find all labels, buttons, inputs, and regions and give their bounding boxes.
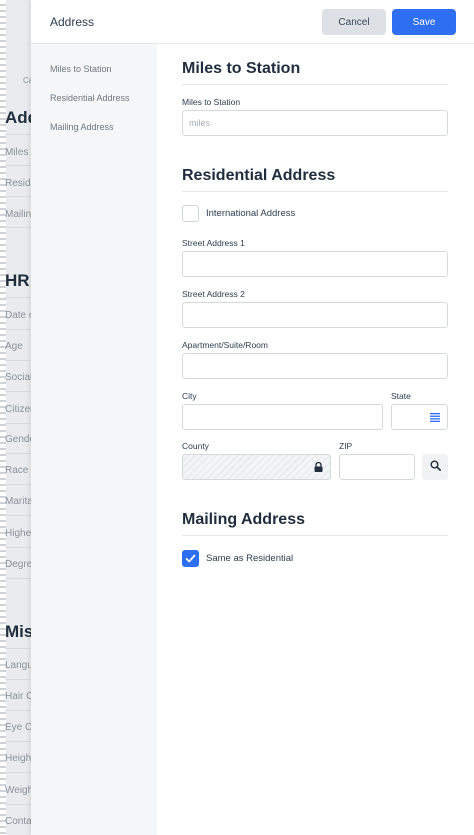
- bg-item[interactable]: Eye Co: [5, 722, 31, 733]
- state-select[interactable]: [391, 404, 448, 430]
- apartment-input[interactable]: [182, 353, 448, 379]
- bg-section-address: Add: [5, 108, 31, 127]
- bg-item[interactable]: Marita: [5, 496, 31, 507]
- section-heading-mailing: Mailing Address: [182, 511, 305, 528]
- bg-divider: [5, 772, 31, 773]
- bg-divider: [5, 196, 31, 197]
- street1-label: Street Address 1: [182, 238, 245, 248]
- bg-divider: [5, 297, 31, 298]
- international-address-label: International Address: [206, 208, 296, 219]
- bg-divider: [5, 329, 31, 330]
- bg-section-hr: HR: [5, 271, 30, 290]
- international-address-checkbox[interactable]: [182, 205, 199, 222]
- bg-divider: [5, 804, 31, 805]
- bg-divider: [5, 741, 31, 742]
- bg-divider: [5, 227, 31, 228]
- miles-input[interactable]: [182, 110, 448, 136]
- bg-divider: [5, 453, 31, 454]
- bg-item[interactable]: Heigh: [5, 753, 31, 764]
- bg-item[interactable]: Date o: [5, 310, 31, 321]
- bg-divider: [5, 679, 31, 680]
- bg-item[interactable]: Social: [5, 372, 31, 383]
- street2-input[interactable]: [182, 302, 448, 328]
- bg-divider: [5, 648, 31, 649]
- panel-header: Address Cancel Save: [31, 0, 474, 44]
- bg-divider: [5, 360, 31, 361]
- panel-title: Address: [50, 15, 95, 29]
- bg-item[interactable]: Weigh: [5, 785, 31, 796]
- section-heading-residential: Residential Address: [182, 167, 336, 184]
- bg-item[interactable]: Mailin: [5, 209, 31, 220]
- county-label: County: [182, 441, 209, 451]
- bg-section-misc: Mis: [5, 622, 31, 641]
- bg-item[interactable]: Conta: [5, 816, 31, 827]
- section-nav: Miles to Station Residential Address Mai…: [31, 44, 157, 835]
- state-label: State: [391, 391, 411, 401]
- bg-item[interactable]: Hair C: [5, 691, 31, 702]
- address-panel: Address Cancel Save Miles to Station Res…: [31, 0, 474, 835]
- save-button[interactable]: Save: [392, 9, 456, 35]
- zip-input[interactable]: [339, 454, 415, 480]
- search-icon: [430, 458, 441, 476]
- city-input[interactable]: [182, 404, 383, 430]
- bg-item[interactable]: Langu: [5, 660, 31, 671]
- bg-item[interactable]: Gende: [5, 434, 31, 445]
- bg-divider: [5, 578, 31, 579]
- bg-divider: [5, 484, 31, 485]
- zip-label: ZIP: [339, 441, 353, 451]
- bg-item[interactable]: Reside: [5, 178, 31, 189]
- bg-divider: [5, 165, 31, 166]
- miles-label: Miles to Station: [182, 97, 241, 107]
- bg-item[interactable]: Degre: [5, 559, 31, 570]
- bg-divider: [5, 515, 31, 516]
- bg-label: Ca: [23, 76, 31, 85]
- bg-divider: [5, 134, 31, 135]
- nav-item-miles-to-station[interactable]: Miles to Station: [50, 64, 112, 74]
- bg-item[interactable]: Race: [5, 465, 28, 476]
- same-as-residential-label: Same as Residential: [206, 553, 294, 564]
- bg-item[interactable]: Highe: [5, 528, 31, 539]
- section-divider: [182, 191, 448, 192]
- nav-item-mailing-address[interactable]: Mailing Address: [50, 122, 114, 132]
- same-as-residential-checkbox[interactable]: [182, 550, 199, 567]
- form-content: Miles to Station Miles to Station Reside…: [157, 44, 474, 835]
- bg-divider: [5, 547, 31, 548]
- zip-search-button[interactable]: [422, 454, 448, 480]
- apartment-label: Apartment/Suite/Room: [182, 340, 268, 350]
- section-divider: [182, 535, 448, 536]
- bg-item[interactable]: Citizen: [5, 404, 31, 415]
- nav-item-residential-address[interactable]: Residential Address: [50, 93, 130, 103]
- county-field-locked: [182, 454, 331, 480]
- bg-divider: [5, 710, 31, 711]
- background-page: Ca Add Miles t Reside Mailin HR Date o A…: [0, 0, 31, 835]
- list-icon: [428, 411, 442, 423]
- bg-item[interactable]: Age: [5, 341, 23, 352]
- lock-icon: [312, 461, 324, 473]
- street1-input[interactable]: [182, 251, 448, 277]
- bg-divider: [5, 391, 31, 392]
- bg-item[interactable]: Miles t: [5, 147, 31, 158]
- city-label: City: [182, 391, 197, 401]
- cancel-button[interactable]: Cancel: [322, 9, 386, 35]
- bg-divider: [5, 423, 31, 424]
- checkmark-icon: [185, 554, 196, 563]
- street2-label: Street Address 2: [182, 289, 245, 299]
- section-heading-miles: Miles to Station: [182, 60, 301, 77]
- section-divider: [182, 84, 448, 85]
